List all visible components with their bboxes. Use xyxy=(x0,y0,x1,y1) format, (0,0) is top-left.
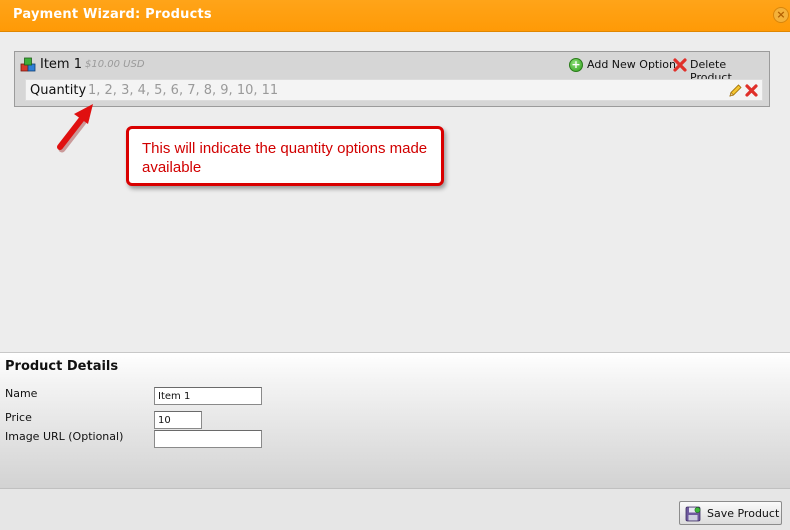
price-label: Price xyxy=(5,411,32,424)
arrow-to-quantity xyxy=(57,104,93,153)
price-input[interactable] xyxy=(154,411,202,429)
product-details-panel: Product Details Name Price Image URL (Op… xyxy=(0,352,790,488)
image-url-label: Image URL (Optional) xyxy=(5,430,124,443)
footer-bar: Save Product xyxy=(0,488,790,530)
image-url-input[interactable] xyxy=(154,430,262,448)
save-icon xyxy=(685,506,701,522)
save-product-label: Save Product xyxy=(707,507,780,520)
name-label: Name xyxy=(5,387,38,400)
details-title: Product Details xyxy=(5,359,119,374)
name-input[interactable] xyxy=(154,387,262,405)
save-product-button[interactable]: Save Product xyxy=(679,501,782,525)
